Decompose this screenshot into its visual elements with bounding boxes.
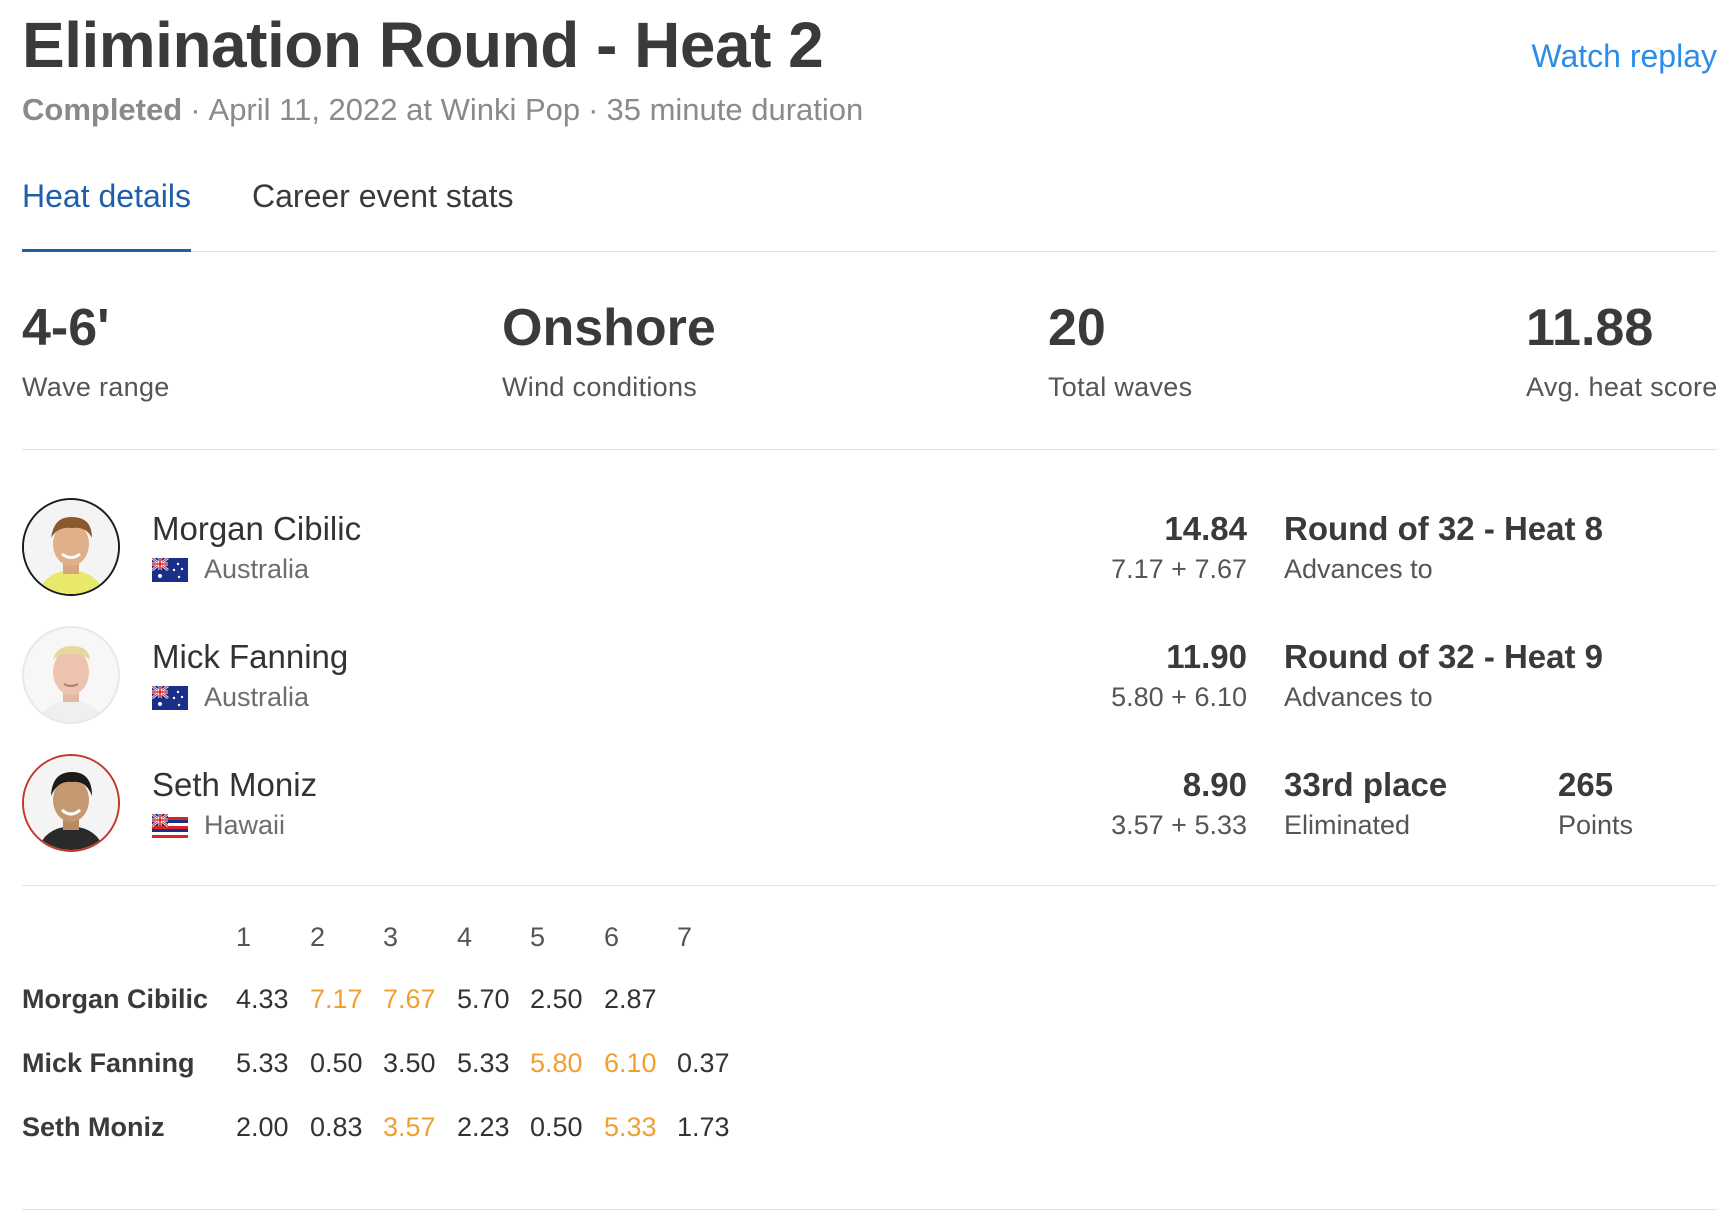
stat-value: 11.88 xyxy=(1526,299,1654,357)
surfer-portrait-icon xyxy=(24,756,118,850)
surfer-results: Morgan Cibilic Australia 14.84 7.17 + 7.… xyxy=(22,450,1717,886)
stat-total-waves: 20 Total waves xyxy=(1048,302,1192,403)
stat-value: Onshore xyxy=(502,299,716,357)
stat-label: Wind conditions xyxy=(502,372,698,402)
counting-wave-score: 5.33 xyxy=(604,1112,657,1142)
score-breakdown: 7.17 + 7.67 xyxy=(1111,554,1247,584)
wave-score: 0.83 xyxy=(310,1112,363,1142)
stat-label: Total waves xyxy=(1048,372,1193,402)
wave-number-header: 5 xyxy=(530,922,546,952)
watch-replay-link[interactable]: Watch replay xyxy=(1531,38,1717,75)
date-location: April 11, 2022 at Winki Pop xyxy=(208,92,581,127)
tab-bar: Heat details Career event stats xyxy=(22,178,1717,252)
stat-wind-conditions: Onshore Wind conditions xyxy=(502,302,716,403)
heat-meta: Completed · April 11, 2022 at Winki Pop · 35… xyxy=(22,92,863,128)
hawaii-flag-icon xyxy=(152,813,188,838)
wave-score: 0.50 xyxy=(310,1048,363,1078)
page-title: Elimination Round - Heat 2 xyxy=(22,9,824,81)
stat-value: 4-6' xyxy=(22,299,110,357)
surfer-country: Australia xyxy=(152,682,309,713)
wave-score-grid: 1 2 3 4 5 6 7 Morgan Cibilic 4.33 7.17 7.67 5.70 2.5… xyxy=(22,886,1717,1210)
status-label: Completed xyxy=(22,92,183,127)
wave-number-header: 6 xyxy=(604,922,620,952)
result-label: Advances to xyxy=(1284,682,1433,712)
wave-score: 4.33 xyxy=(236,984,289,1014)
wave-score: 1.73 xyxy=(677,1112,730,1142)
wave-score: 3.50 xyxy=(383,1048,436,1078)
points-label: Points xyxy=(1558,810,1634,840)
wave-number-header: 7 xyxy=(677,922,693,952)
wave-row-surfer-name: Seth Moniz xyxy=(22,1112,165,1142)
surfer-row[interactable]: Mick Fanning Australia 11.90 5.80 + 6.10… xyxy=(22,626,1717,726)
final-placing: 33rd place xyxy=(1284,766,1448,803)
surfer-portrait-icon xyxy=(24,500,118,594)
surfer-name[interactable]: Morgan Cibilic xyxy=(152,510,361,548)
wave-score: 2.00 xyxy=(236,1112,289,1142)
tab-career-event-stats[interactable]: Career event stats xyxy=(252,178,513,252)
surfer-row[interactable]: Seth Moniz Hawaii 8.90 3.57 + 5.33 33rd … xyxy=(22,754,1717,854)
country-label: Hawaii xyxy=(204,810,286,840)
score-breakdown: 5.80 + 6.10 xyxy=(1111,682,1247,712)
stat-wave-range: 4-6' Wave range xyxy=(22,302,170,403)
country-label: Australia xyxy=(204,554,310,584)
counting-wave-score: 6.10 xyxy=(604,1048,657,1078)
surfer-country: Australia xyxy=(152,554,309,585)
points-value: 265 xyxy=(1558,766,1614,803)
country-label: Australia xyxy=(204,682,310,712)
tab-heat-details[interactable]: Heat details xyxy=(22,178,191,252)
wave-score: 0.50 xyxy=(530,1112,583,1142)
next-heat[interactable]: Round of 32 - Heat 8 xyxy=(1284,510,1603,548)
stat-label: Wave range xyxy=(22,372,170,402)
wave-score: 5.33 xyxy=(457,1048,510,1078)
counting-wave-score: 7.17 xyxy=(310,984,363,1014)
stat-label: Avg. heat score xyxy=(1526,372,1718,402)
counting-wave-score: 5.80 xyxy=(530,1048,583,1078)
heat-total: 8.90 xyxy=(1182,766,1247,803)
surfer-row[interactable]: Morgan Cibilic Australia 14.84 7.17 + 7.… xyxy=(22,498,1717,598)
surfer-name[interactable]: Mick Fanning xyxy=(152,638,348,676)
avatar[interactable] xyxy=(22,626,120,724)
wave-score: 5.33 xyxy=(236,1048,289,1078)
wave-number-header: 2 xyxy=(310,922,326,952)
australia-flag-icon xyxy=(152,685,188,710)
heat-total: 14.84 xyxy=(1164,510,1247,547)
wave-row-surfer-name: Mick Fanning xyxy=(22,1048,195,1078)
meta-separator: · xyxy=(190,92,201,127)
wave-score: 2.50 xyxy=(530,984,583,1014)
next-heat[interactable]: Round of 32 - Heat 9 xyxy=(1284,638,1603,676)
surfer-country: Hawaii xyxy=(152,810,285,841)
avatar[interactable] xyxy=(22,498,120,596)
wave-score: 2.87 xyxy=(604,984,657,1014)
counting-wave-score: 7.67 xyxy=(383,984,436,1014)
result-label: Advances to xyxy=(1284,554,1433,584)
wave-score: 0.37 xyxy=(677,1048,730,1078)
result-label: Eliminated xyxy=(1284,810,1411,840)
heat-total: 11.90 xyxy=(1166,638,1247,675)
wave-number-header: 4 xyxy=(457,922,473,952)
duration: 35 minute duration xyxy=(606,92,864,127)
wave-row-surfer-name: Morgan Cibilic xyxy=(22,984,209,1014)
australia-flag-icon xyxy=(152,557,188,582)
avatar[interactable] xyxy=(22,754,120,852)
surfer-portrait-icon xyxy=(24,628,118,722)
surfer-name[interactable]: Seth Moniz xyxy=(152,766,317,804)
wave-score: 5.70 xyxy=(457,984,510,1014)
wave-number-header: 1 xyxy=(236,922,252,952)
wave-number-header: 3 xyxy=(383,922,399,952)
counting-wave-score: 3.57 xyxy=(383,1112,436,1142)
heat-stats: 4-6' Wave range Onshore Wind conditions … xyxy=(22,252,1717,450)
stat-value: 20 xyxy=(1048,299,1106,357)
wave-score: 2.23 xyxy=(457,1112,510,1142)
stat-avg-heat-score: 11.88 Avg. heat score xyxy=(1526,302,1718,403)
meta-separator: · xyxy=(588,92,599,127)
score-breakdown: 3.57 + 5.33 xyxy=(1111,810,1247,840)
